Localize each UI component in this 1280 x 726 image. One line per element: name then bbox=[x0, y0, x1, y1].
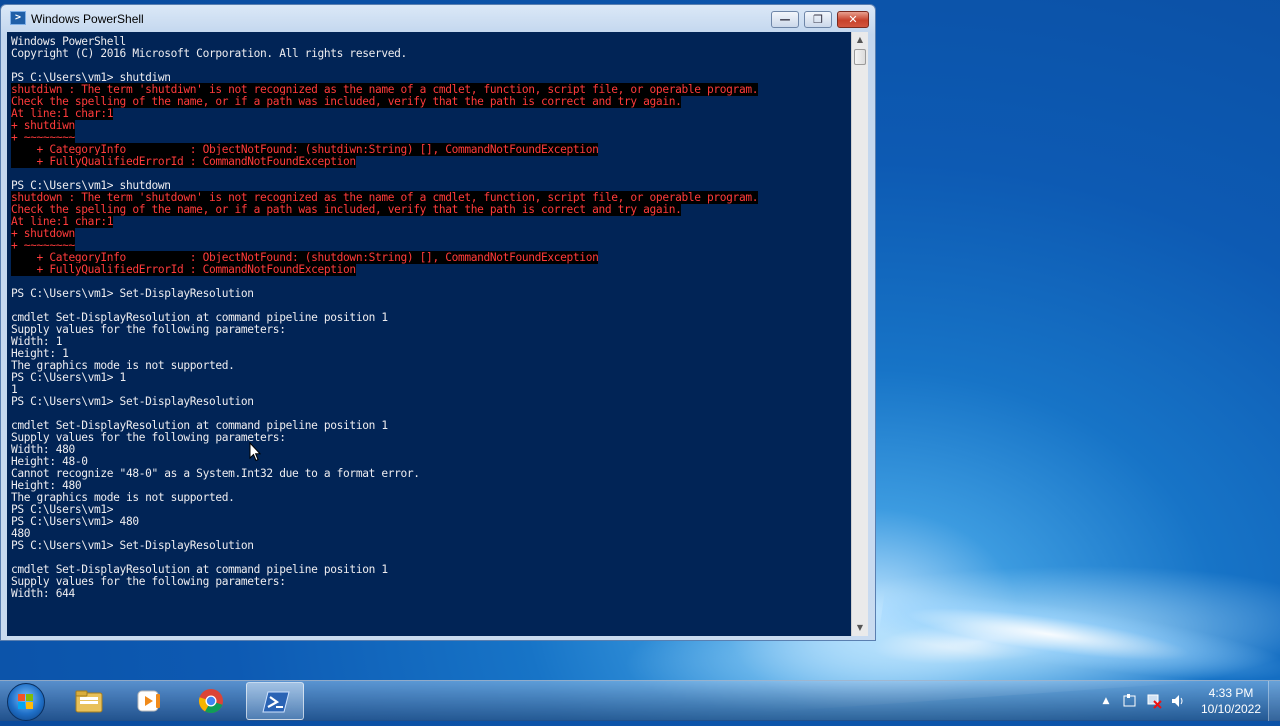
minimize-button[interactable]: — bbox=[771, 11, 799, 28]
start-button[interactable] bbox=[7, 683, 45, 721]
console-output[interactable]: Windows PowerShell Copyright (C) 2016 Mic… bbox=[7, 32, 851, 636]
console-line: + FullyQualifiedErrorId : CommandNotFoun… bbox=[11, 263, 356, 276]
minimize-icon: — bbox=[779, 13, 791, 26]
powershell-icon bbox=[262, 691, 290, 713]
console-line: Copyright (C) 2016 Microsoft Corporation… bbox=[11, 47, 407, 60]
title-bar[interactable]: > Windows PowerShell — ❐ ✕ bbox=[1, 5, 875, 32]
show-desktop-button[interactable] bbox=[1268, 681, 1280, 721]
maximize-icon: ❐ bbox=[813, 13, 823, 26]
powershell-icon[interactable]: > bbox=[10, 11, 26, 25]
window-title: Windows PowerShell bbox=[31, 12, 144, 26]
media-player-icon bbox=[137, 690, 160, 712]
powershell-window[interactable]: > Windows PowerShell — ❐ ✕ Windows Power… bbox=[0, 4, 876, 641]
clock-time: 4:33 PM bbox=[1208, 686, 1254, 700]
console-line: Width: 644 bbox=[11, 587, 75, 600]
scroll-thumb[interactable] bbox=[854, 49, 866, 65]
taskbar-explorer-button[interactable] bbox=[60, 682, 118, 720]
close-icon: ✕ bbox=[848, 13, 858, 26]
taskbar-media-player-button[interactable] bbox=[120, 682, 178, 720]
vertical-scrollbar[interactable]: ▲ ▼ bbox=[851, 32, 868, 636]
console-line: + FullyQualifiedErrorId : CommandNotFoun… bbox=[11, 155, 356, 168]
scroll-up-icon[interactable]: ▲ bbox=[852, 32, 868, 48]
console-line: PS C:\Users\vm1> 1 bbox=[11, 371, 126, 384]
taskbar-chrome-button[interactable] bbox=[182, 682, 240, 720]
windows-logo-icon bbox=[18, 694, 34, 710]
clock-date: 10/10/2022 bbox=[1200, 702, 1262, 716]
scroll-down-icon[interactable]: ▼ bbox=[852, 620, 868, 636]
network-icon[interactable] bbox=[1146, 693, 1162, 709]
volume-icon[interactable] bbox=[1170, 693, 1186, 709]
folder-icon bbox=[75, 690, 103, 713]
console-line: PS C:\Users\vm1> Set-DisplayResolution bbox=[11, 395, 254, 408]
close-button[interactable]: ✕ bbox=[837, 11, 869, 28]
taskbar-powershell-button[interactable] bbox=[246, 682, 304, 720]
show-hidden-icons-icon[interactable]: ▲ bbox=[1098, 693, 1114, 709]
console-line: PS C:\Users\vm1> Set-DisplayResolution bbox=[11, 539, 254, 552]
action-center-icon[interactable] bbox=[1122, 693, 1138, 709]
chrome-icon bbox=[199, 689, 223, 713]
console-line: PS C:\Users\vm1> Set-DisplayResolution bbox=[11, 287, 254, 300]
taskbar: ▲ 4:33 PM 10/10/2022 bbox=[0, 680, 1280, 721]
mouse-cursor-icon bbox=[249, 442, 261, 462]
maximize-button[interactable]: ❐ bbox=[804, 11, 832, 28]
taskbar-clock[interactable]: 4:33 PM 10/10/2022 bbox=[1196, 685, 1266, 717]
